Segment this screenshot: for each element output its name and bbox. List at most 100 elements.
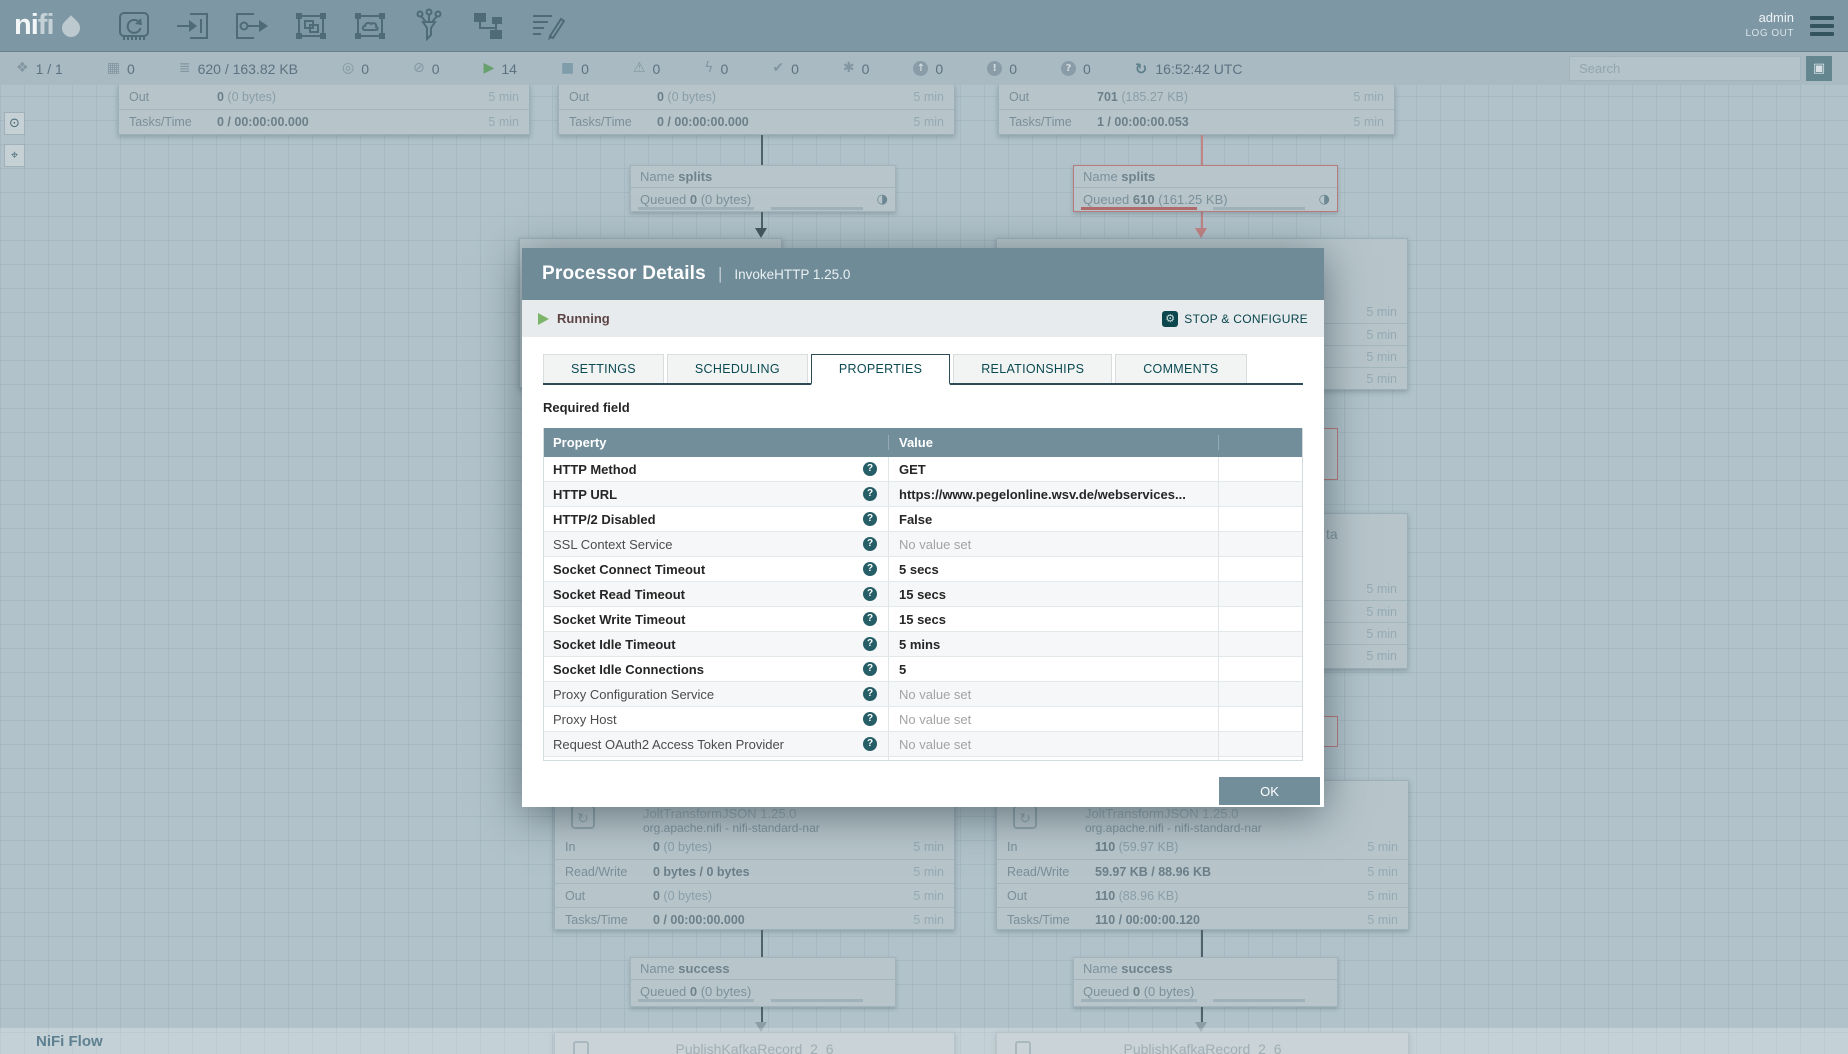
help-icon[interactable]: ? <box>863 637 877 651</box>
username: admin <box>1745 11 1794 25</box>
help-icon[interactable]: ? <box>863 487 877 501</box>
processor-box-top-left[interactable]: Out0 (0 bytes)5 minTasks/Time0 / 00:00:0… <box>118 85 530 135</box>
navigate-icon: ⊙ <box>9 116 20 131</box>
queue-bar <box>1213 999 1305 1002</box>
process-group-icon[interactable] <box>293 8 329 44</box>
component-toolbar <box>116 8 565 44</box>
value-cell: 5 <box>889 657 1219 681</box>
navigate-palette-toggle[interactable]: ⊙ <box>4 112 25 135</box>
search-input[interactable] <box>1569 56 1801 81</box>
processor-box-top-right[interactable]: Out701 (185.27 KB)5 minTasks/Time1 / 00:… <box>998 85 1395 135</box>
stat-row: Tasks/Time0 / 00:00:00.0005 min <box>119 109 529 133</box>
property-value: 5 <box>899 662 906 677</box>
extra-cell <box>1219 707 1302 731</box>
dialog-header: Processor Details | InvokeHTTP 1.25.0 <box>522 248 1324 300</box>
help-icon[interactable]: ? <box>863 712 877 726</box>
value-cell: No value set <box>889 682 1219 706</box>
ok-button[interactable]: OK <box>1219 777 1320 805</box>
stat-row: Out0 (0 bytes)5 min <box>119 85 529 109</box>
extra-cell <box>1219 557 1302 581</box>
output-port-icon[interactable] <box>234 8 270 44</box>
property-cell: HTTP/2 Disabled? <box>544 507 889 531</box>
active-threads-icon: ▦ <box>107 61 120 76</box>
status-not-transmitting: ⊘0 <box>413 61 440 77</box>
nifi-drop-icon <box>58 15 83 40</box>
help-icon[interactable]: ? <box>863 512 877 526</box>
status-up-to-date: ✔0 <box>772 61 799 77</box>
queue-bar <box>1213 207 1305 210</box>
tab-properties[interactable]: PROPERTIES <box>811 354 950 385</box>
property-cell: SSL Context Service? <box>544 532 889 556</box>
funnel-icon[interactable] <box>411 8 447 44</box>
processor-bundle: org.apache.nifi - nifi-standard-nar <box>643 821 820 835</box>
connection-name: Name splits <box>1074 166 1337 188</box>
status-sync-failure: ?0 <box>1061 61 1091 77</box>
stat-row: Tasks/Time110 / 00:00:00.1205 min <box>997 907 1408 931</box>
column-property: Property <box>544 435 889 450</box>
sync-failure-count: 0 <box>1083 61 1091 77</box>
help-icon[interactable]: ? <box>863 612 877 626</box>
tab-settings[interactable]: SETTINGS <box>543 354 664 383</box>
dialog-status-bar: Running ⚙ STOP & CONFIGURE <box>522 300 1324 337</box>
disabled-count: 0 <box>721 61 729 77</box>
stopped-count: 0 <box>581 61 589 77</box>
property-cell: Request Username? <box>544 757 889 761</box>
breadcrumb-bar: NiFi Flow <box>0 1028 1848 1054</box>
queued-flowfiles-icon: ≣ <box>179 61 191 76</box>
property-cell: Socket Connect Timeout? <box>544 557 889 581</box>
last-refresh: ↻ 16:52:42 UTC <box>1135 60 1243 78</box>
property-row: HTTP/2 Disabled?False <box>544 507 1302 532</box>
tab-comments[interactable]: COMMENTS <box>1115 354 1246 383</box>
tab-scheduling[interactable]: SCHEDULING <box>667 354 808 383</box>
connection-label-success-right[interactable]: Name success Queued 0 (0 bytes) <box>1073 957 1338 1007</box>
help-icon[interactable]: ? <box>863 662 877 676</box>
logout-link[interactable]: LOG OUT <box>1745 27 1794 41</box>
tab-relationships[interactable]: RELATIONSHIPS <box>953 354 1112 383</box>
help-icon[interactable]: ? <box>863 562 877 576</box>
help-icon[interactable]: ? <box>863 462 877 476</box>
help-icon[interactable]: ? <box>863 737 877 751</box>
template-icon[interactable] <box>470 8 506 44</box>
connection-line <box>761 930 763 957</box>
property-row: Request Username?No value set <box>544 757 1302 761</box>
processor-box-top-mid[interactable]: Out0 (0 bytes)5 minTasks/Time0 / 00:00:0… <box>558 85 955 135</box>
queue-percent-icon: ◑ <box>1319 188 1330 212</box>
property-value: 15 secs <box>899 587 946 602</box>
search-options-button[interactable]: ▣ <box>1806 56 1832 81</box>
connection-label-success-left[interactable]: Name success Queued 0 (0 bytes) <box>630 957 896 1007</box>
property-name: Socket Idle Timeout <box>553 637 676 652</box>
stat-row: In110 (59.97 KB)5 min <box>997 835 1408 859</box>
connection-name: Name success <box>1074 958 1337 980</box>
transform-icon: ↻ <box>571 805 595 829</box>
processor-details-dialog: Processor Details | InvokeHTTP 1.25.0 Ru… <box>522 248 1324 807</box>
operate-palette-toggle[interactable]: ⌖ <box>4 144 25 167</box>
cluster-nodes-icon: ❖ <box>16 61 29 76</box>
input-port-icon[interactable] <box>175 8 211 44</box>
extra-cell <box>1219 607 1302 631</box>
property-value: No value set <box>899 712 971 727</box>
help-icon[interactable]: ? <box>863 537 877 551</box>
extra-cell <box>1219 757 1302 761</box>
connection-line <box>761 135 763 165</box>
not-transmitting-count: 0 <box>432 61 440 77</box>
invalid-icon: ⚠ <box>633 61 646 76</box>
label-icon[interactable] <box>529 8 565 44</box>
refresh-icon[interactable]: ↻ <box>1135 60 1148 78</box>
help-icon[interactable]: ? <box>863 687 877 701</box>
global-menu-button[interactable] <box>1810 16 1834 36</box>
stop-and-configure-button[interactable]: ⚙ STOP & CONFIGURE <box>1162 311 1308 327</box>
help-icon[interactable]: ? <box>863 587 877 601</box>
stopped-icon: ■ <box>561 61 574 76</box>
remote-process-group-icon[interactable] <box>352 8 388 44</box>
status-transmitting: ◎0 <box>342 61 369 77</box>
gear-icon: ⚙ <box>1162 311 1178 327</box>
property-row: Socket Idle Timeout?5 mins <box>544 632 1302 657</box>
locally-modified-icon: ✱ <box>843 61 855 76</box>
breadcrumb[interactable]: NiFi Flow <box>36 1033 103 1050</box>
connection-label-splits-left[interactable]: Name splits Queued 0 (0 bytes) ◑ <box>630 165 896 212</box>
stat-row: Out0 (0 bytes)5 min <box>555 883 954 907</box>
connection-label-splits-right[interactable]: Name splits Queued 610 (161.25 KB) ◑ <box>1073 165 1338 212</box>
processor-icon[interactable] <box>116 8 152 44</box>
stat-row: Read/Write59.97 KB / 88.96 KB5 min <box>997 859 1408 883</box>
properties-table-header: Property Value <box>544 428 1302 457</box>
